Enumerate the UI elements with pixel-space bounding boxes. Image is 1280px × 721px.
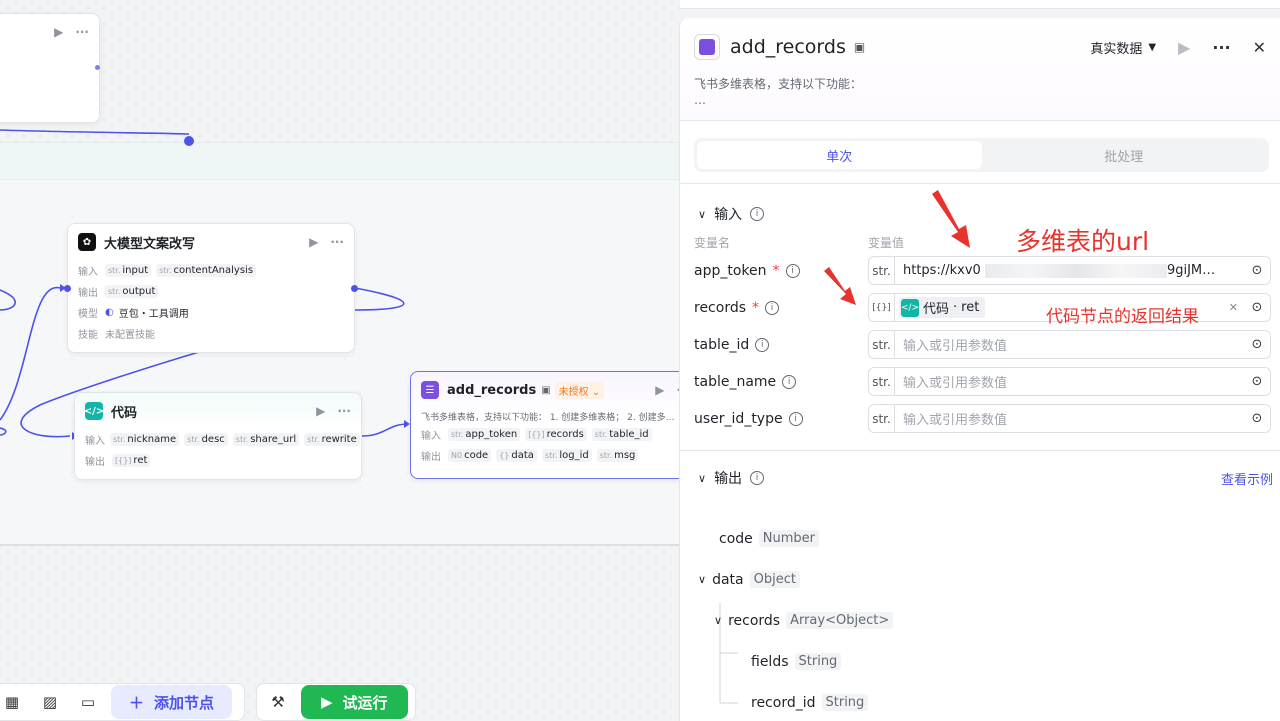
annotation-url: 多维表的url xyxy=(1016,227,1150,256)
annotation-ret: 代码节点的返回结果 xyxy=(1046,307,1199,327)
annotation-arrows xyxy=(824,190,970,305)
